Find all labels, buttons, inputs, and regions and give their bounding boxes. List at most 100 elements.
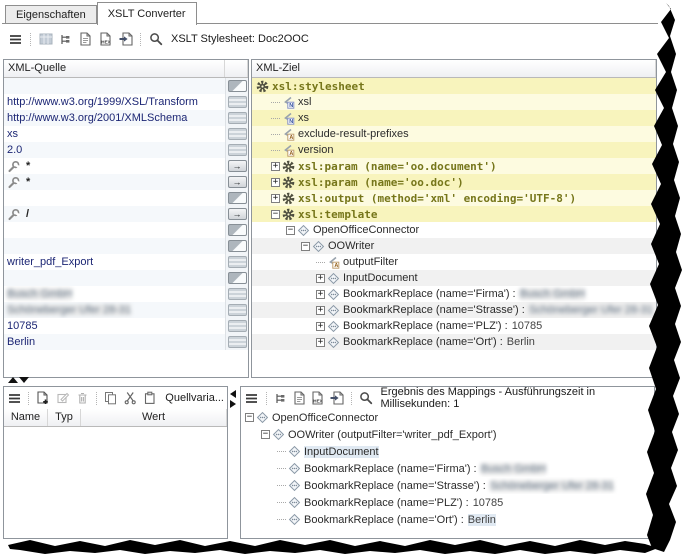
document-icon[interactable] — [78, 32, 93, 47]
grid-icon[interactable] — [38, 32, 53, 47]
source-row[interactable] — [4, 270, 248, 286]
collapse-down-icon[interactable] — [19, 377, 29, 383]
cut-icon[interactable] — [124, 391, 138, 406]
source-row[interactable]: http://www.w3.org/2001/XMLSchema — [4, 110, 248, 126]
mapping-diag-button[interactable] — [228, 272, 247, 284]
target-tree-row[interactable]: Aexclude-result-prefixes — [252, 126, 656, 142]
result-tree-row[interactable]: BookmarkReplace (name='PLZ') :10785 — [241, 494, 654, 511]
new-variable-icon[interactable] — [36, 391, 50, 406]
expand-icon[interactable]: + — [316, 290, 325, 299]
expand-icon[interactable]: + — [271, 194, 280, 203]
expand-icon[interactable]: + — [316, 322, 325, 331]
source-row[interactable]: Berlin — [4, 334, 248, 350]
collapse-icon[interactable]: − — [301, 242, 310, 251]
target-tree-row[interactable]: +BookmarkReplace (name='PLZ') :10785 — [252, 318, 656, 334]
mapping-diag-button[interactable] — [228, 240, 247, 252]
source-row[interactable]: http://www.w3.org/1999/XSL/Transform — [4, 94, 248, 110]
mapping-lines-button[interactable] — [228, 304, 247, 316]
result-tree-row[interactable]: BookmarkReplace (name='Strasse') :Schöne… — [241, 477, 654, 494]
target-tree-row[interactable]: +xsl:output (method='xml' encoding='UTF-… — [252, 190, 656, 206]
target-tree-row[interactable]: Nxs — [252, 110, 656, 126]
mapping-diag-button[interactable] — [228, 192, 247, 204]
target-tree-row[interactable]: AoutputFilter — [252, 254, 656, 270]
target-column-header[interactable]: XML-Ziel — [252, 60, 656, 77]
target-tree-row[interactable]: −OpenOfficeConnector — [252, 222, 656, 238]
mapping-diag-button[interactable] — [228, 224, 247, 236]
source-row[interactable]: 2.0 — [4, 142, 248, 158]
tab-eigenschaften[interactable]: Eigenschaften — [5, 5, 97, 24]
target-tree-row[interactable]: −OOWriter — [252, 238, 656, 254]
source-row[interactable] — [4, 190, 248, 206]
source-row[interactable]: xs — [4, 126, 248, 142]
delete-icon[interactable] — [75, 391, 89, 406]
menu-icon[interactable] — [8, 32, 23, 47]
result-tree-row[interactable]: BookmarkReplace (name='Ort') :Berlin — [241, 511, 654, 528]
menu-icon[interactable] — [245, 391, 259, 406]
source-row[interactable]: *→ — [4, 158, 248, 174]
mapping-lines-button[interactable] — [228, 112, 247, 124]
edit-icon[interactable] — [56, 391, 70, 406]
target-tree-row[interactable]: +BookmarkReplace (name='Ort') :Berlin — [252, 334, 656, 350]
copy-icon[interactable] — [104, 391, 118, 406]
mapping-lines-button[interactable] — [228, 320, 247, 332]
source-row[interactable] — [4, 78, 248, 94]
mapping-arrow-button[interactable]: → — [228, 176, 247, 188]
mapping-lines-button[interactable] — [228, 256, 247, 268]
transform-document-icon[interactable] — [330, 391, 344, 406]
source-row[interactable]: 10785 — [4, 318, 248, 334]
collapse-right-icon[interactable] — [230, 400, 236, 408]
mapping-arrow-button[interactable]: → — [228, 160, 247, 172]
vertical-splitter[interactable] — [230, 390, 236, 408]
source-row[interactable]: writer_pdf_Export — [4, 254, 248, 270]
target-tree-row[interactable]: +BookmarkReplace (name='Firma') :Busch G… — [252, 286, 656, 302]
target-tree-row[interactable]: Nxsl — [252, 94, 656, 110]
expand-icon[interactable]: + — [271, 178, 280, 187]
transform-document-icon[interactable] — [118, 32, 133, 47]
paste-icon[interactable] — [143, 391, 157, 406]
tab-xslt-converter[interactable]: XSLT Converter — [97, 2, 197, 25]
mapping-lines-button[interactable] — [228, 288, 247, 300]
expand-icon[interactable]: + — [316, 338, 325, 347]
result-tree-row[interactable]: InputDocument — [241, 443, 654, 460]
result-tree-row[interactable]: −OpenOfficeConnector — [241, 409, 654, 426]
source-row[interactable]: Schöneberger Ufer 28-31 — [4, 302, 248, 318]
menu-icon[interactable] — [7, 391, 21, 406]
source-column-header[interactable]: XML-Quelle — [4, 60, 225, 77]
expand-icon[interactable]: + — [316, 306, 325, 315]
mapping-arrow-button[interactable]: → — [228, 208, 247, 220]
column-typ[interactable]: Typ — [48, 409, 81, 426]
target-tree-row[interactable]: +xsl:param (name='oo.doc') — [252, 174, 656, 190]
mapping-lines-button[interactable] — [228, 144, 247, 156]
result-tree-row[interactable]: BookmarkReplace (name='Firma') :Busch Gm… — [241, 460, 654, 477]
target-tree-row[interactable]: +xsl:param (name='oo.document') — [252, 158, 656, 174]
mapping-lines-button[interactable] — [228, 96, 247, 108]
target-tree-row[interactable]: +InputDocument — [252, 270, 656, 286]
search-icon[interactable] — [148, 32, 163, 47]
result-tree-row[interactable]: −OOWriter (outputFilter='writer_pdf_Expo… — [241, 426, 654, 443]
document-icon[interactable] — [292, 391, 306, 406]
source-row[interactable]: Busch GmbH — [4, 286, 248, 302]
tree-icon[interactable] — [274, 391, 288, 406]
source-row[interactable] — [4, 238, 248, 254]
collapse-icon[interactable]: − — [271, 210, 280, 219]
target-tree-row[interactable]: Aversion — [252, 142, 656, 158]
source-row[interactable] — [4, 222, 248, 238]
expand-icon[interactable]: + — [271, 162, 280, 171]
tree-icon[interactable] — [58, 32, 73, 47]
target-tree-row[interactable]: xsl:stylesheet — [252, 78, 656, 94]
collapse-icon[interactable]: − — [286, 226, 295, 235]
collapse-icon[interactable]: − — [261, 430, 270, 439]
mapping-lines-button[interactable] — [228, 128, 247, 140]
collapse-up-icon[interactable] — [8, 377, 18, 383]
hex-document-icon[interactable]: HEX — [311, 391, 325, 406]
horizontal-splitter[interactable] — [8, 377, 29, 383]
collapse-icon[interactable]: − — [245, 413, 254, 422]
target-tree-row[interactable]: −xsl:template — [252, 206, 656, 222]
column-name[interactable]: Name — [4, 409, 48, 426]
source-row[interactable]: /→ — [4, 206, 248, 222]
hex-document-icon[interactable]: HEX — [98, 32, 113, 47]
mapping-diag-button[interactable] — [228, 80, 247, 92]
target-tree-row[interactable]: +BookmarkReplace (name='Strasse') :Schön… — [252, 302, 656, 318]
expand-icon[interactable]: + — [316, 274, 325, 283]
mapping-lines-button[interactable] — [228, 336, 247, 348]
